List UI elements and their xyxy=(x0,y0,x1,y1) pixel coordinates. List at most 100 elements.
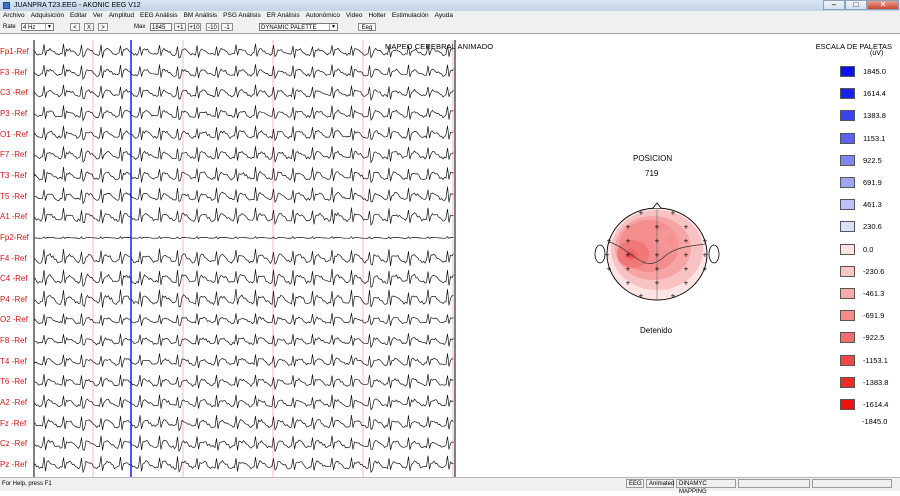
channel-label[interactable]: A2 -Ref xyxy=(0,398,34,408)
eeg-trace xyxy=(34,64,454,80)
channel-label[interactable]: F8 -Ref xyxy=(0,336,34,346)
channel-label[interactable]: C3 -Ref xyxy=(0,88,34,98)
channel-label[interactable]: Pz -Ref xyxy=(0,460,34,470)
eeg-trace xyxy=(34,333,454,349)
palette-swatch xyxy=(840,221,855,233)
max-input[interactable]: 1845 xyxy=(150,23,172,31)
next-button[interactable]: > xyxy=(98,23,108,31)
menu-amplitud[interactable]: Amplitud xyxy=(106,11,137,21)
channel-label[interactable]: Cz -Ref xyxy=(0,439,34,449)
channel-label[interactable]: T4 -Ref xyxy=(0,357,34,367)
eeg-button[interactable]: Eeg xyxy=(358,23,376,31)
channel-label[interactable]: F3 -Ref xyxy=(0,68,34,78)
minus-1-button[interactable]: -1 xyxy=(221,23,233,31)
menu-estimulacion[interactable]: Estimulación xyxy=(389,11,432,21)
channel-label[interactable]: T5 -Ref xyxy=(0,192,34,202)
channel-label[interactable]: F7 -Ref xyxy=(0,150,34,160)
minus-10-button[interactable]: -10 xyxy=(206,23,219,31)
electrode-marker: + xyxy=(655,265,660,274)
electrode-marker: + xyxy=(684,223,689,232)
eeg-traces xyxy=(34,43,454,474)
stop-button[interactable]: X xyxy=(84,23,94,31)
menu-ver[interactable]: Ver xyxy=(90,11,106,21)
electrode-marker: + xyxy=(626,251,631,260)
palette-swatch xyxy=(840,66,855,77)
close-window-button[interactable]: ✕ xyxy=(867,0,899,10)
menu-adquisicion[interactable]: Adquisición xyxy=(28,11,67,21)
channel-label[interactable]: F4 -Ref xyxy=(0,254,34,264)
electrode-marker: + xyxy=(703,251,708,260)
menu-editar[interactable]: Editar xyxy=(67,11,90,21)
eeg-trace-panel[interactable] xyxy=(0,40,456,477)
toolbar: Rate 4 Hz ▼ < X > Max 1845 +1 +10 -10 -1… xyxy=(0,21,900,34)
maximize-button[interactable]: □ xyxy=(845,0,867,10)
electrode-marker: + xyxy=(655,251,660,260)
menu-archivo[interactable]: Archivo xyxy=(0,11,28,21)
menu-ayuda[interactable]: Ayuda xyxy=(432,11,456,21)
menu-psg-analisis[interactable]: PSG Análisis xyxy=(220,11,264,21)
mapping-title: MAPEO CEREBRAL ANIMADO xyxy=(385,42,494,51)
menu-bm-analisis[interactable]: BM Análisis xyxy=(181,11,221,21)
menu-autonomico[interactable]: Autonómico xyxy=(303,11,343,21)
menu-eeg-analisis[interactable]: EEG Análisis xyxy=(137,11,181,21)
status-help: For Help, press F1 xyxy=(2,481,52,487)
channel-label[interactable]: C4 -Ref xyxy=(0,274,34,284)
eeg-trace xyxy=(34,207,454,226)
channel-label[interactable]: Fp1-Ref xyxy=(0,47,34,57)
eeg-trace xyxy=(34,146,454,164)
menu-holter[interactable]: Holter xyxy=(365,11,388,21)
electrode-marker: + xyxy=(655,279,660,288)
eeg-trace xyxy=(34,455,454,474)
plus-1-button[interactable]: +1 xyxy=(174,23,186,31)
window-title: JUANPRA T23.EEG - AKONIC EEG V12 xyxy=(14,2,141,9)
channel-label[interactable]: O1 -Ref xyxy=(0,130,34,140)
previous-button[interactable]: < xyxy=(70,23,80,31)
chevron-down-icon: ▼ xyxy=(329,24,337,30)
menu-er-analisis[interactable]: ER Análisis xyxy=(264,11,303,21)
rate-select[interactable]: 4 Hz ▼ xyxy=(21,23,54,31)
electrode-marker: + xyxy=(671,292,676,301)
palette-value: 1845.0 xyxy=(863,67,886,76)
electrode-marker: + xyxy=(639,292,644,301)
channel-label[interactable]: T3 -Ref xyxy=(0,171,34,181)
channel-label[interactable]: T6 -Ref xyxy=(0,377,34,387)
eeg-trace xyxy=(34,435,454,453)
electrode-marker: + xyxy=(703,265,708,274)
minimize-button[interactable]: – xyxy=(823,0,845,10)
channel-label[interactable]: O2 -Ref xyxy=(0,315,34,325)
channel-label[interactable]: Fz -Ref xyxy=(0,419,34,429)
palette-swatch xyxy=(840,332,855,344)
position-value: 719 xyxy=(645,169,659,178)
rate-select-value: 4 Hz xyxy=(23,25,36,31)
palette-value: -922.5 xyxy=(863,333,885,343)
eeg-trace xyxy=(34,166,454,183)
channel-label[interactable]: A1 -Ref xyxy=(0,212,34,222)
left-ear xyxy=(594,244,606,264)
palette-value: -230.6 xyxy=(863,266,885,276)
palette-swatch xyxy=(840,354,855,366)
channel-label[interactable]: P3 -Ref xyxy=(0,109,34,119)
mapping-state: Detenido xyxy=(640,326,673,335)
palette-select[interactable]: DYNAMIC PALETTE ▼ xyxy=(259,23,338,31)
electrode-marker: + xyxy=(703,237,708,246)
channel-label[interactable]: P4 -Ref xyxy=(0,295,34,305)
channel-label[interactable]: Fp2-Ref xyxy=(0,233,34,243)
max-label: Max xyxy=(134,24,146,30)
status-panel-empty xyxy=(738,479,810,488)
electrode-marker: + xyxy=(626,279,631,288)
palette-swatch xyxy=(840,132,855,144)
electrode-marker: + xyxy=(607,237,612,246)
eeg-trace xyxy=(34,268,454,289)
brain-topography-map[interactable]: + + + + + + + + + + + + + + + + + + + + + + + + + xyxy=(593,200,721,308)
plus-10-button[interactable]: +10 xyxy=(188,23,201,31)
status-panel-mode: EEG xyxy=(626,479,644,488)
electrode-marker: + xyxy=(684,265,689,274)
palette-value: -691.9 xyxy=(863,311,885,321)
palette-value: 922.5 xyxy=(863,155,882,165)
eeg-trace xyxy=(34,394,454,411)
palette-swatch xyxy=(840,110,855,122)
nose-icon xyxy=(652,202,662,209)
palette-value: 1383.8 xyxy=(863,111,886,121)
menu-video[interactable]: Video xyxy=(343,11,366,21)
palette-value: -1153.1 xyxy=(863,355,888,365)
